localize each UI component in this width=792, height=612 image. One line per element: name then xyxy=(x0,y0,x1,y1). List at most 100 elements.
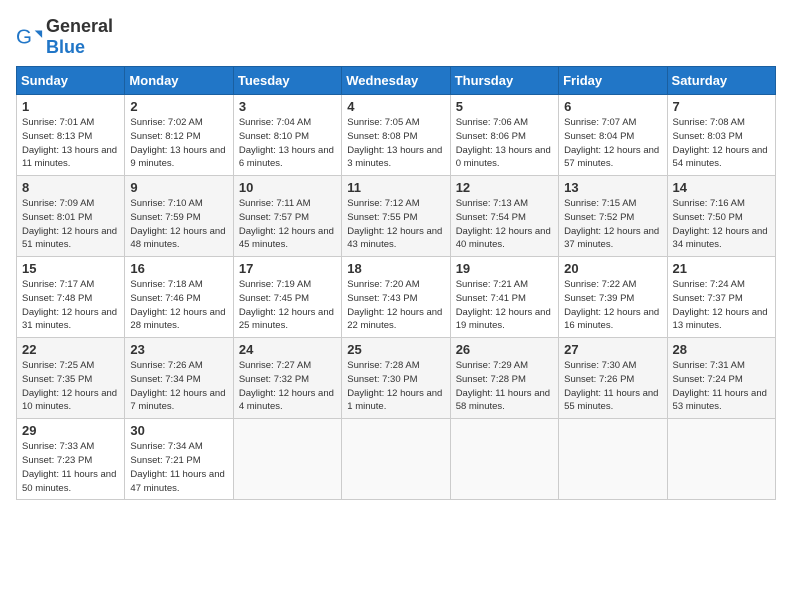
day-info: Sunrise: 7:07 AMSunset: 8:04 PMDaylight:… xyxy=(564,116,661,171)
calendar-cell: 9 Sunrise: 7:10 AMSunset: 7:59 PMDayligh… xyxy=(125,176,233,257)
day-number: 6 xyxy=(564,99,661,114)
day-info: Sunrise: 7:24 AMSunset: 7:37 PMDaylight:… xyxy=(673,278,770,333)
logo-general: General xyxy=(46,16,113,36)
calendar-cell xyxy=(559,419,667,500)
weekday-header-monday: Monday xyxy=(125,67,233,95)
day-number: 12 xyxy=(456,180,553,195)
day-info: Sunrise: 7:18 AMSunset: 7:46 PMDaylight:… xyxy=(130,278,227,333)
weekday-header-wednesday: Wednesday xyxy=(342,67,450,95)
calendar-table: SundayMondayTuesdayWednesdayThursdayFrid… xyxy=(16,66,776,500)
weekday-header-saturday: Saturday xyxy=(667,67,775,95)
day-info: Sunrise: 7:09 AMSunset: 8:01 PMDaylight:… xyxy=(22,197,119,252)
calendar-cell xyxy=(233,419,341,500)
day-number: 27 xyxy=(564,342,661,357)
day-info: Sunrise: 7:06 AMSunset: 8:06 PMDaylight:… xyxy=(456,116,553,171)
calendar-cell: 19 Sunrise: 7:21 AMSunset: 7:41 PMDaylig… xyxy=(450,257,558,338)
day-info: Sunrise: 7:05 AMSunset: 8:08 PMDaylight:… xyxy=(347,116,444,171)
day-number: 16 xyxy=(130,261,227,276)
day-info: Sunrise: 7:34 AMSunset: 7:21 PMDaylight:… xyxy=(130,440,227,495)
day-number: 29 xyxy=(22,423,119,438)
day-info: Sunrise: 7:25 AMSunset: 7:35 PMDaylight:… xyxy=(22,359,119,414)
day-number: 23 xyxy=(130,342,227,357)
day-number: 22 xyxy=(22,342,119,357)
calendar-cell: 23 Sunrise: 7:26 AMSunset: 7:34 PMDaylig… xyxy=(125,338,233,419)
day-number: 20 xyxy=(564,261,661,276)
day-info: Sunrise: 7:11 AMSunset: 7:57 PMDaylight:… xyxy=(239,197,336,252)
day-info: Sunrise: 7:01 AMSunset: 8:13 PMDaylight:… xyxy=(22,116,119,171)
day-number: 26 xyxy=(456,342,553,357)
day-number: 2 xyxy=(130,99,227,114)
day-number: 18 xyxy=(347,261,444,276)
day-info: Sunrise: 7:19 AMSunset: 7:45 PMDaylight:… xyxy=(239,278,336,333)
day-number: 5 xyxy=(456,99,553,114)
day-info: Sunrise: 7:10 AMSunset: 7:59 PMDaylight:… xyxy=(130,197,227,252)
weekday-header-tuesday: Tuesday xyxy=(233,67,341,95)
day-number: 1 xyxy=(22,99,119,114)
day-number: 11 xyxy=(347,180,444,195)
day-number: 9 xyxy=(130,180,227,195)
calendar-cell: 26 Sunrise: 7:29 AMSunset: 7:28 PMDaylig… xyxy=(450,338,558,419)
calendar-cell: 28 Sunrise: 7:31 AMSunset: 7:24 PMDaylig… xyxy=(667,338,775,419)
calendar-cell xyxy=(342,419,450,500)
day-info: Sunrise: 7:31 AMSunset: 7:24 PMDaylight:… xyxy=(673,359,770,414)
day-info: Sunrise: 7:17 AMSunset: 7:48 PMDaylight:… xyxy=(22,278,119,333)
calendar-cell: 11 Sunrise: 7:12 AMSunset: 7:55 PMDaylig… xyxy=(342,176,450,257)
calendar-cell xyxy=(450,419,558,500)
day-info: Sunrise: 7:15 AMSunset: 7:52 PMDaylight:… xyxy=(564,197,661,252)
calendar-cell: 27 Sunrise: 7:30 AMSunset: 7:26 PMDaylig… xyxy=(559,338,667,419)
svg-text:G: G xyxy=(16,26,32,49)
day-number: 14 xyxy=(673,180,770,195)
day-info: Sunrise: 7:21 AMSunset: 7:41 PMDaylight:… xyxy=(456,278,553,333)
day-info: Sunrise: 7:28 AMSunset: 7:30 PMDaylight:… xyxy=(347,359,444,414)
calendar-cell: 14 Sunrise: 7:16 AMSunset: 7:50 PMDaylig… xyxy=(667,176,775,257)
calendar-cell: 25 Sunrise: 7:28 AMSunset: 7:30 PMDaylig… xyxy=(342,338,450,419)
logo: G General Blue xyxy=(16,16,113,58)
calendar-cell: 16 Sunrise: 7:18 AMSunset: 7:46 PMDaylig… xyxy=(125,257,233,338)
calendar-cell: 7 Sunrise: 7:08 AMSunset: 8:03 PMDayligh… xyxy=(667,95,775,176)
day-number: 7 xyxy=(673,99,770,114)
calendar-cell: 8 Sunrise: 7:09 AMSunset: 8:01 PMDayligh… xyxy=(17,176,125,257)
day-info: Sunrise: 7:08 AMSunset: 8:03 PMDaylight:… xyxy=(673,116,770,171)
calendar-cell xyxy=(667,419,775,500)
calendar-cell: 15 Sunrise: 7:17 AMSunset: 7:48 PMDaylig… xyxy=(17,257,125,338)
calendar-cell: 20 Sunrise: 7:22 AMSunset: 7:39 PMDaylig… xyxy=(559,257,667,338)
day-info: Sunrise: 7:30 AMSunset: 7:26 PMDaylight:… xyxy=(564,359,661,414)
calendar-cell: 18 Sunrise: 7:20 AMSunset: 7:43 PMDaylig… xyxy=(342,257,450,338)
logo-icon: G xyxy=(16,23,44,51)
calendar-cell: 1 Sunrise: 7:01 AMSunset: 8:13 PMDayligh… xyxy=(17,95,125,176)
calendar-cell: 4 Sunrise: 7:05 AMSunset: 8:08 PMDayligh… xyxy=(342,95,450,176)
calendar-cell: 21 Sunrise: 7:24 AMSunset: 7:37 PMDaylig… xyxy=(667,257,775,338)
weekday-header-sunday: Sunday xyxy=(17,67,125,95)
day-number: 19 xyxy=(456,261,553,276)
day-number: 17 xyxy=(239,261,336,276)
weekday-header-friday: Friday xyxy=(559,67,667,95)
calendar-cell: 22 Sunrise: 7:25 AMSunset: 7:35 PMDaylig… xyxy=(17,338,125,419)
calendar-cell: 2 Sunrise: 7:02 AMSunset: 8:12 PMDayligh… xyxy=(125,95,233,176)
day-info: Sunrise: 7:02 AMSunset: 8:12 PMDaylight:… xyxy=(130,116,227,171)
day-info: Sunrise: 7:26 AMSunset: 7:34 PMDaylight:… xyxy=(130,359,227,414)
day-info: Sunrise: 7:22 AMSunset: 7:39 PMDaylight:… xyxy=(564,278,661,333)
day-info: Sunrise: 7:27 AMSunset: 7:32 PMDaylight:… xyxy=(239,359,336,414)
calendar-cell: 6 Sunrise: 7:07 AMSunset: 8:04 PMDayligh… xyxy=(559,95,667,176)
day-number: 13 xyxy=(564,180,661,195)
day-number: 21 xyxy=(673,261,770,276)
logo-blue: Blue xyxy=(46,37,85,57)
calendar-cell: 3 Sunrise: 7:04 AMSunset: 8:10 PMDayligh… xyxy=(233,95,341,176)
day-number: 10 xyxy=(239,180,336,195)
day-info: Sunrise: 7:16 AMSunset: 7:50 PMDaylight:… xyxy=(673,197,770,252)
calendar-cell: 24 Sunrise: 7:27 AMSunset: 7:32 PMDaylig… xyxy=(233,338,341,419)
day-info: Sunrise: 7:13 AMSunset: 7:54 PMDaylight:… xyxy=(456,197,553,252)
day-info: Sunrise: 7:04 AMSunset: 8:10 PMDaylight:… xyxy=(239,116,336,171)
weekday-header-thursday: Thursday xyxy=(450,67,558,95)
day-number: 30 xyxy=(130,423,227,438)
calendar-cell: 13 Sunrise: 7:15 AMSunset: 7:52 PMDaylig… xyxy=(559,176,667,257)
day-info: Sunrise: 7:33 AMSunset: 7:23 PMDaylight:… xyxy=(22,440,119,495)
day-number: 24 xyxy=(239,342,336,357)
day-number: 28 xyxy=(673,342,770,357)
calendar-cell: 5 Sunrise: 7:06 AMSunset: 8:06 PMDayligh… xyxy=(450,95,558,176)
calendar-cell: 29 Sunrise: 7:33 AMSunset: 7:23 PMDaylig… xyxy=(17,419,125,500)
day-info: Sunrise: 7:12 AMSunset: 7:55 PMDaylight:… xyxy=(347,197,444,252)
calendar-cell: 12 Sunrise: 7:13 AMSunset: 7:54 PMDaylig… xyxy=(450,176,558,257)
day-number: 3 xyxy=(239,99,336,114)
calendar-cell: 30 Sunrise: 7:34 AMSunset: 7:21 PMDaylig… xyxy=(125,419,233,500)
